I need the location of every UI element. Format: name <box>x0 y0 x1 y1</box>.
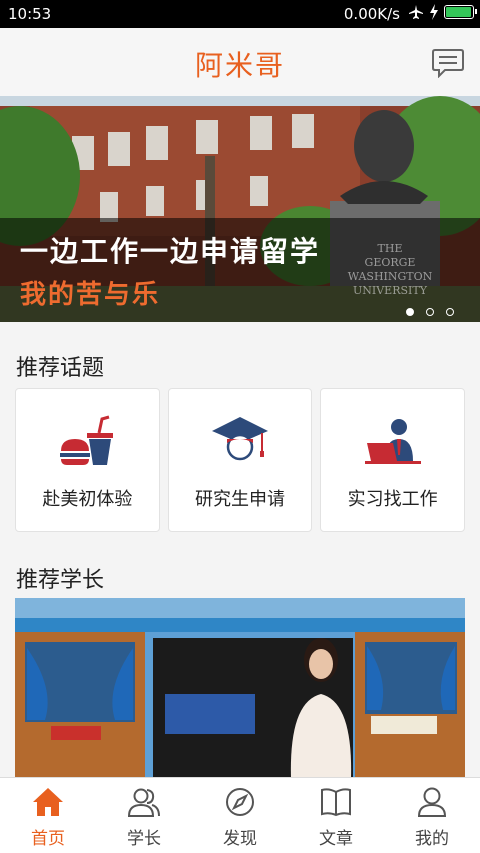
banner-headline: 一边工作一边申请留学 <box>20 235 321 268</box>
tab-label: 我的 <box>415 829 449 849</box>
engraving-line: THE <box>377 242 403 255</box>
app-header: 阿米哥 <box>0 28 480 96</box>
tab-me[interactable]: 我的 <box>384 778 480 853</box>
banner-carousel[interactable]: THE GEORGE WASHINGTON UNIVERSITY 一边工作一边申… <box>0 96 480 322</box>
engraving-line: GEORGE <box>364 256 416 269</box>
engraving-line: WASHINGTON <box>347 270 433 283</box>
tab-seniors[interactable]: 学长 <box>96 778 192 853</box>
banner-subheadline: 我的苦与乐 <box>20 280 161 310</box>
person-icon <box>417 787 447 817</box>
tab-label: 首页 <box>31 829 65 849</box>
topic-card-intern[interactable]: 实习找工作 <box>320 388 466 532</box>
book-icon <box>321 788 351 817</box>
topic-cards: 赴美初体验 研究生申请 实习找工作 <box>15 388 466 532</box>
topic-card-arrival[interactable]: 赴美初体验 <box>15 388 160 532</box>
carousel-dot[interactable] <box>446 308 454 316</box>
home-icon <box>33 788 63 816</box>
topic-label: 研究生申请 <box>195 489 285 510</box>
seniors-title: 推荐学长 <box>16 568 105 593</box>
graduate-cap-icon <box>212 417 268 461</box>
senior-photo-image <box>15 598 465 778</box>
status-bar: 10:53 0.00K/s <box>0 0 480 28</box>
battery-icon <box>444 5 477 19</box>
engraving-line: UNIVERSITY <box>353 284 427 297</box>
topic-label: 赴美初体验 <box>42 489 133 510</box>
tab-label: 学长 <box>127 829 161 849</box>
charging-icon <box>430 4 438 20</box>
tab-discover[interactable]: 发现 <box>192 778 288 853</box>
app-title: 阿米哥 <box>194 49 285 82</box>
tab-label: 文章 <box>319 829 353 849</box>
airplane-icon <box>409 5 423 19</box>
tab-home[interactable]: 首页 <box>0 778 96 853</box>
senior-photo[interactable] <box>15 598 465 778</box>
compass-icon <box>226 788 254 816</box>
carousel-indicator <box>406 308 454 316</box>
network-speed: 0.00K/s <box>343 5 400 23</box>
status-time: 10:53 <box>8 5 52 23</box>
bottom-tab-bar: 首页 学长 发现 文章 我的 <box>0 777 480 853</box>
tab-articles[interactable]: 文章 <box>288 778 384 853</box>
burger-drink-icon <box>60 415 114 465</box>
carousel-dot[interactable] <box>406 308 414 316</box>
topics-title: 推荐话题 <box>16 356 105 381</box>
statue-engraving: THE GEORGE WASHINGTON UNIVERSITY <box>342 242 438 298</box>
chat-bubble-icon[interactable] <box>432 48 464 78</box>
people-icon <box>127 788 160 817</box>
topic-label: 实习找工作 <box>347 489 438 510</box>
topic-card-grad[interactable]: 研究生申请 <box>167 388 313 532</box>
status-icons <box>408 4 477 20</box>
tab-label: 发现 <box>223 829 257 849</box>
carousel-dot[interactable] <box>426 308 434 316</box>
office-worker-icon <box>364 419 421 464</box>
